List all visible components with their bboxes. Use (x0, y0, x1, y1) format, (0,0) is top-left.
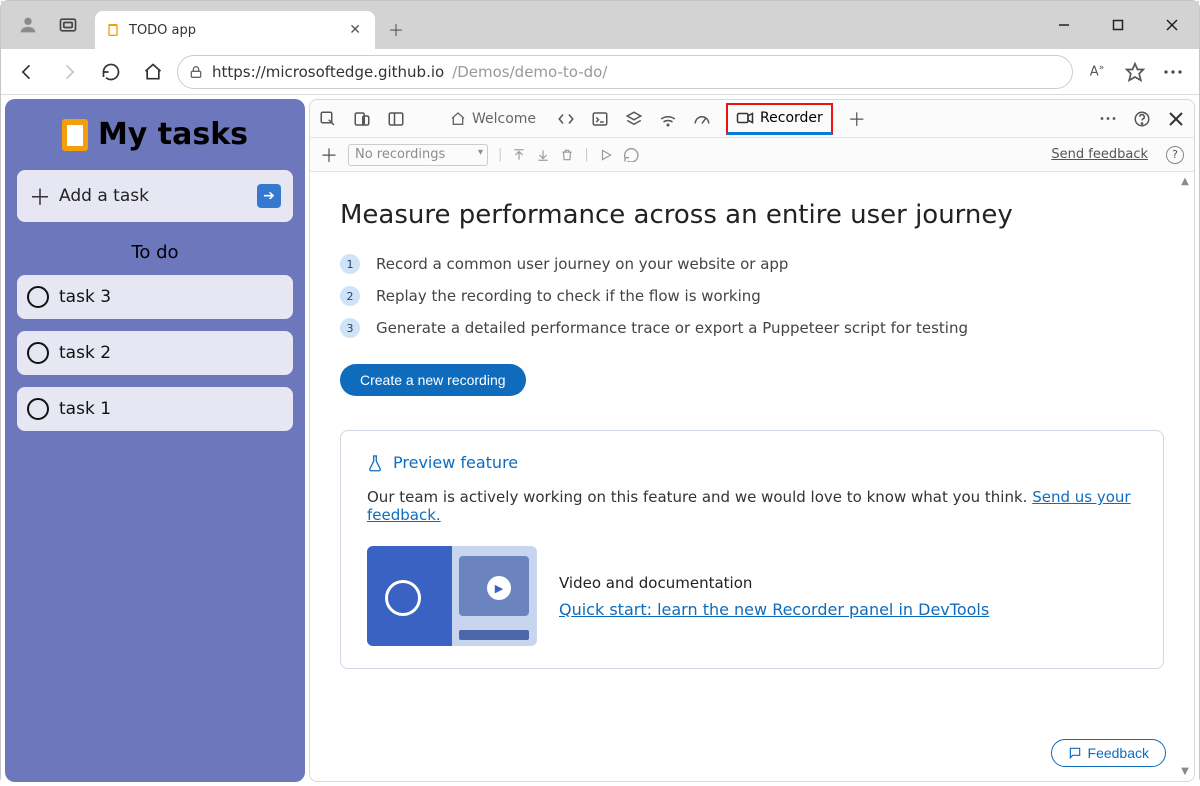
back-button[interactable] (9, 54, 45, 90)
clipboard-icon (62, 119, 88, 151)
step-number: 2 (340, 286, 360, 306)
preview-heading: Preview feature (367, 453, 1137, 472)
import-icon[interactable] (512, 148, 526, 162)
plus-icon: ＋ (29, 180, 51, 212)
content-area: My tasks ＋ Add a task ➔ To do task 3 tas… (1, 95, 1199, 786)
clipboard-icon (105, 22, 121, 38)
sources-icon[interactable] (624, 109, 644, 129)
more-tabs-button[interactable]: ＋ (847, 109, 867, 129)
lock-icon (188, 64, 204, 80)
browser-tab[interactable]: TODO app ✕ (95, 11, 375, 49)
app-title: My tasks (17, 117, 293, 152)
tab-welcome[interactable]: Welcome (444, 100, 542, 137)
close-window-button[interactable] (1145, 1, 1199, 49)
home-button[interactable] (135, 54, 171, 90)
preview-text: Our team is actively working on this fea… (367, 488, 1137, 524)
read-aloud-button[interactable]: A» (1079, 54, 1115, 90)
recorder-toolbar: ＋ No recordings | | Send feedback ? (310, 138, 1194, 172)
task-text: task 1 (59, 399, 111, 419)
task-item[interactable]: task 3 (17, 275, 293, 319)
todo-app: My tasks ＋ Add a task ➔ To do task 3 tas… (5, 99, 305, 782)
tab-recorder-label: Recorder (760, 110, 823, 126)
performance-icon[interactable] (692, 109, 712, 129)
devtools-panel: Welcome Recorder ＋ (309, 99, 1195, 782)
scroll-up-icon[interactable]: ▲ (1181, 176, 1189, 187)
recordings-dropdown[interactable]: No recordings (348, 144, 488, 166)
window-controls (1037, 1, 1199, 49)
step-item: 2 Replay the recording to check if the f… (340, 286, 1164, 306)
settings-menu-button[interactable] (1155, 54, 1191, 90)
devtools-tab-bar: Welcome Recorder ＋ (310, 100, 1194, 138)
workspaces-button[interactable] (51, 8, 85, 42)
create-recording-button[interactable]: Create a new recording (340, 364, 526, 396)
step-number: 1 (340, 254, 360, 274)
submit-task-button[interactable]: ➔ (257, 184, 281, 208)
step-item: 1 Record a common user journey on your w… (340, 254, 1164, 274)
close-devtools-button[interactable] (1166, 109, 1186, 129)
refresh-button[interactable] (93, 54, 129, 90)
favorite-button[interactable] (1117, 54, 1153, 90)
step-text: Generate a detailed performance trace or… (376, 319, 968, 337)
dock-icon[interactable] (386, 109, 406, 129)
task-text: task 2 (59, 343, 111, 363)
app-title-text: My tasks (98, 117, 248, 152)
send-feedback-link[interactable]: Send feedback (1051, 147, 1148, 162)
tab-welcome-label: Welcome (472, 111, 536, 127)
task-checkbox[interactable] (27, 342, 49, 364)
help-icon[interactable] (1132, 109, 1152, 129)
feedback-button[interactable]: Feedback (1051, 739, 1166, 767)
url-host: https://microsoftedge.github.io (212, 63, 444, 81)
step-number: 3 (340, 318, 360, 338)
add-task-label: Add a task (59, 186, 149, 206)
add-task-input[interactable]: ＋ Add a task ➔ (17, 170, 293, 222)
step-item: 3 Generate a detailed performance trace … (340, 318, 1164, 338)
new-tab-button[interactable]: ＋ (379, 12, 413, 46)
network-icon[interactable] (658, 109, 678, 129)
recordings-dropdown-label: No recordings (355, 147, 445, 162)
recorder-body: Measure performance across an entire use… (310, 172, 1194, 781)
video-thumbnail[interactable]: ▶ (367, 546, 537, 646)
preview-feature-box: Preview feature Our team is actively wor… (340, 430, 1164, 669)
play-icon: ▶ (487, 576, 511, 600)
chat-icon (1068, 746, 1082, 760)
step-text: Record a common user journey on your web… (376, 255, 788, 273)
minimize-button[interactable] (1037, 1, 1091, 49)
task-text: task 3 (59, 287, 111, 307)
address-bar: https://microsoftedge.github.io/Demos/de… (1, 49, 1199, 95)
help-icon[interactable]: ? (1166, 146, 1184, 164)
forward-button[interactable] (51, 54, 87, 90)
devtools-more-icon[interactable] (1098, 109, 1118, 129)
preview-title: Preview feature (393, 453, 518, 472)
profile-button[interactable] (11, 8, 45, 42)
new-recording-icon[interactable]: ＋ (320, 142, 338, 168)
elements-icon[interactable] (556, 109, 576, 129)
quick-start-link[interactable]: Quick start: learn the new Recorder pane… (559, 600, 989, 619)
step-text: Replay the recording to check if the flo… (376, 287, 761, 305)
flask-icon (367, 454, 383, 472)
task-checkbox[interactable] (27, 286, 49, 308)
scroll-down-icon[interactable]: ▼ (1181, 766, 1189, 777)
console-icon[interactable] (590, 109, 610, 129)
title-bar: TODO app ✕ ＋ (1, 1, 1199, 49)
delete-icon[interactable] (560, 148, 574, 162)
task-checkbox[interactable] (27, 398, 49, 420)
todo-section-label: To do (17, 242, 293, 263)
url-path: /Demos/demo-to-do/ (452, 63, 607, 81)
task-item[interactable]: task 2 (17, 331, 293, 375)
maximize-button[interactable] (1091, 1, 1145, 49)
video-heading: Video and documentation (559, 574, 989, 592)
scrollbar[interactable]: ▲ ▼ (1178, 172, 1192, 781)
export-icon[interactable] (536, 148, 550, 162)
replay-icon[interactable] (599, 148, 613, 162)
inspect-icon[interactable] (318, 109, 338, 129)
performance-trace-icon[interactable] (623, 148, 639, 162)
device-icon[interactable] (352, 109, 372, 129)
tab-title: TODO app (129, 23, 196, 38)
panel-heading: Measure performance across an entire use… (340, 200, 1164, 230)
task-item[interactable]: task 1 (17, 387, 293, 431)
close-tab-button[interactable]: ✕ (345, 22, 365, 38)
url-input[interactable]: https://microsoftedge.github.io/Demos/de… (177, 55, 1073, 89)
tab-recorder[interactable]: Recorder (726, 103, 833, 135)
feedback-button-label: Feedback (1088, 745, 1149, 761)
